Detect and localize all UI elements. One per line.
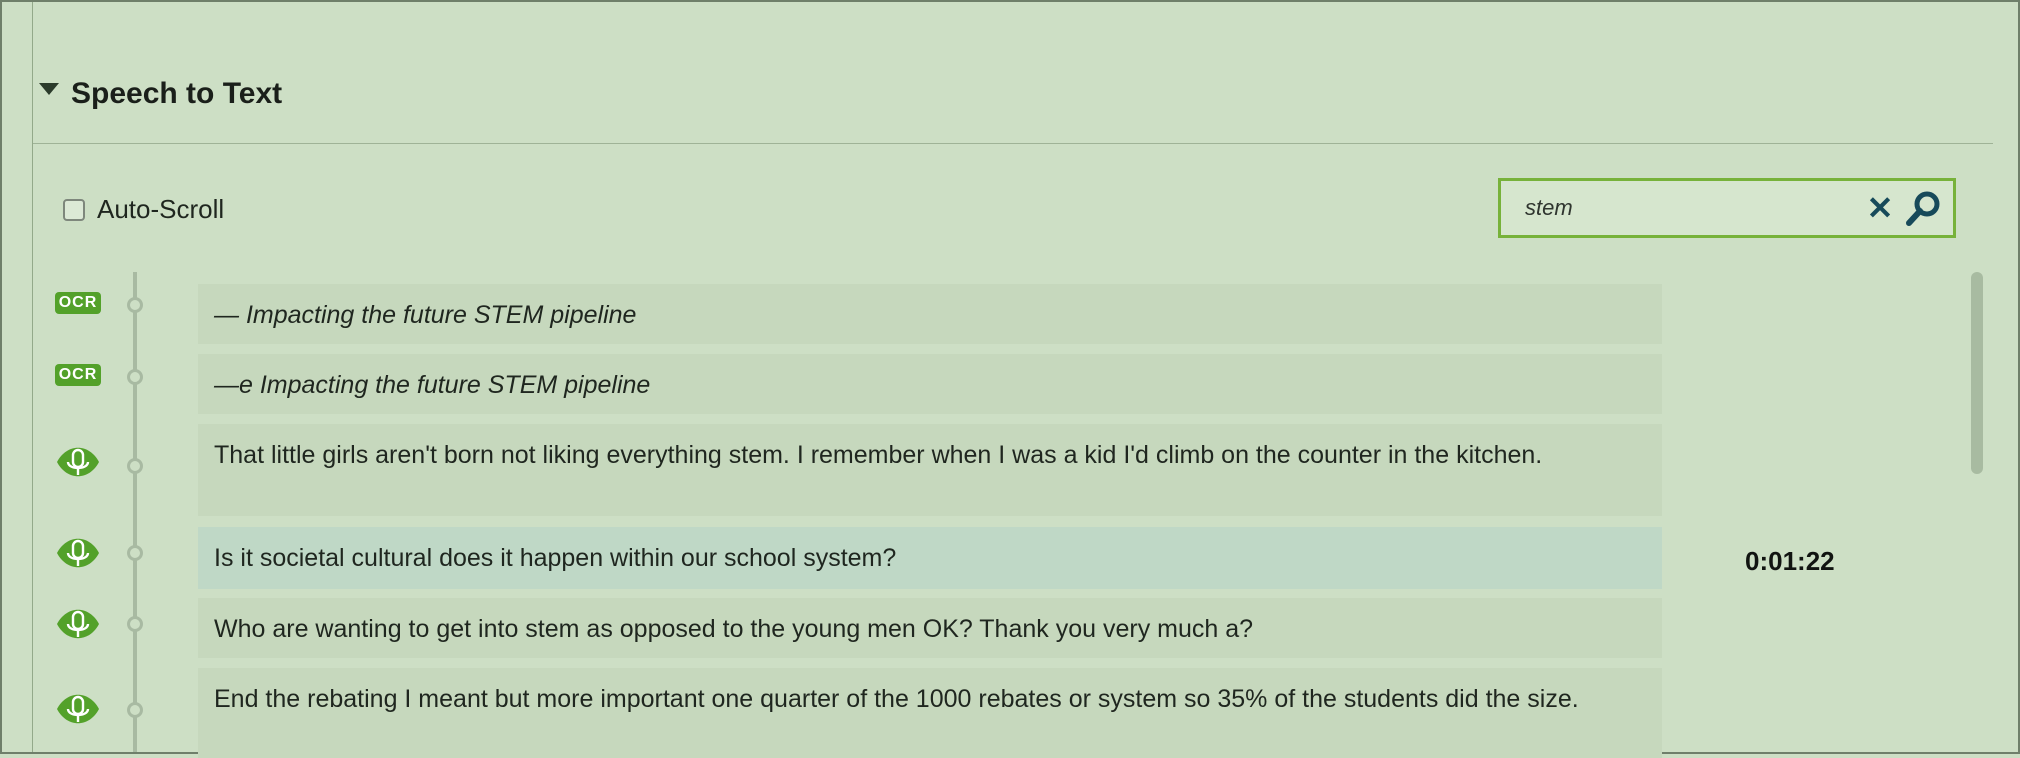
search-icon[interactable] bbox=[1905, 189, 1943, 227]
timeline-node bbox=[127, 616, 143, 632]
transcript-segment[interactable]: End the rebating I meant but more import… bbox=[198, 668, 1662, 758]
search-input[interactable] bbox=[1501, 187, 1865, 229]
search-box: ✕ bbox=[1498, 178, 1956, 238]
transcript-segment[interactable]: That little girls aren't born not liking… bbox=[198, 424, 1662, 516]
transcript-segment[interactable]: Who are wanting to get into stem as oppo… bbox=[198, 598, 1662, 658]
microphone-icon bbox=[57, 538, 99, 568]
timeline-node bbox=[127, 369, 143, 385]
timeline-line bbox=[133, 272, 137, 752]
header-divider bbox=[33, 143, 1993, 144]
timeline-node bbox=[127, 702, 143, 718]
transcript-segment[interactable]: —e Impacting the future STEM pipeline bbox=[198, 354, 1662, 414]
transcript-segment-active[interactable]: Is it societal cultural does it happen w… bbox=[198, 527, 1662, 589]
microphone-icon bbox=[57, 447, 99, 477]
microphone-icon bbox=[57, 609, 99, 639]
auto-scroll-checkbox[interactable] bbox=[63, 198, 85, 221]
frame: Speech to Text Auto-Scroll ✕ OCR — Impac… bbox=[0, 0, 2020, 758]
auto-scroll-toggle[interactable]: Auto-Scroll bbox=[63, 194, 224, 225]
timeline-node bbox=[127, 297, 143, 313]
ocr-badge: OCR bbox=[55, 292, 101, 314]
scrollbar-thumb[interactable] bbox=[1971, 272, 1983, 474]
speech-to-text-panel: Speech to Text Auto-Scroll ✕ OCR — Impac… bbox=[32, 2, 1997, 758]
transcript-segment[interactable]: — Impacting the future STEM pipeline bbox=[198, 284, 1662, 344]
panel-title: Speech to Text bbox=[71, 77, 283, 110]
timeline-node bbox=[127, 545, 143, 561]
ocr-badge: OCR bbox=[55, 364, 101, 386]
clear-icon[interactable]: ✕ bbox=[1865, 190, 1895, 226]
current-timestamp: 0:01:22 bbox=[1745, 546, 1835, 576]
timeline-node bbox=[127, 458, 143, 474]
auto-scroll-label: Auto-Scroll bbox=[97, 194, 225, 224]
panel-header[interactable]: Speech to Text bbox=[39, 74, 282, 114]
collapse-caret-icon[interactable] bbox=[39, 83, 59, 95]
microphone-icon bbox=[57, 694, 99, 724]
